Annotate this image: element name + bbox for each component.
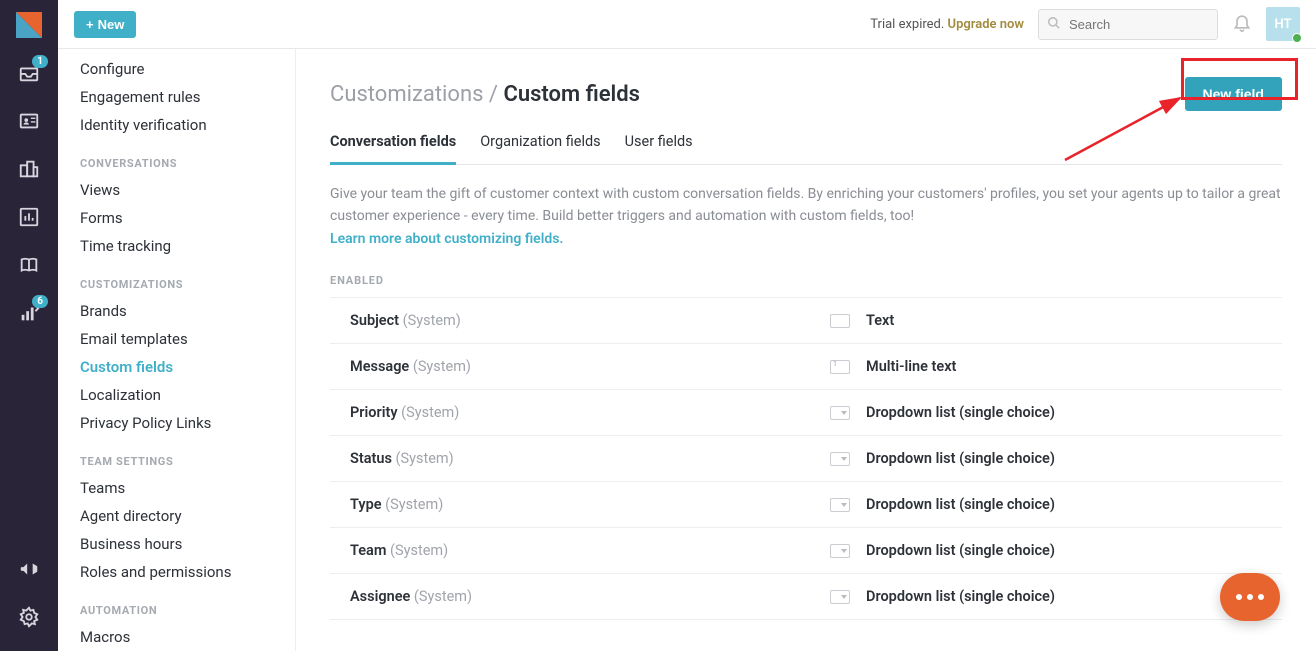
field-type: Dropdown list (single choice) xyxy=(830,588,1055,605)
sidebar-section-header: AUTOMATION xyxy=(58,586,295,623)
breadcrumb-current: Custom fields xyxy=(503,82,640,107)
sidebar-item[interactable]: Roles and permissions xyxy=(58,558,295,586)
field-tabs: Conversation fields Organization fields Us… xyxy=(330,133,1282,165)
sidebar-section-header: TEAM SETTINGS xyxy=(58,437,295,474)
field-type: Multi-line text xyxy=(830,358,956,375)
logo-icon xyxy=(16,12,42,38)
nav-knowledge[interactable] xyxy=(0,241,58,289)
upgrade-link[interactable]: Upgrade now xyxy=(948,17,1024,32)
sidebar-item[interactable]: Agent directory xyxy=(58,502,295,530)
field-name: Assignee (System) xyxy=(350,588,830,605)
sidebar-item[interactable]: Identity verification xyxy=(58,111,295,139)
app-icon-bar: 1 6 xyxy=(0,0,58,651)
field-type: Dropdown list (single choice) xyxy=(830,404,1055,421)
sidebar-item[interactable]: Forms xyxy=(58,204,295,232)
nav-contacts[interactable] xyxy=(0,97,58,145)
contact-card-icon xyxy=(18,110,40,132)
field-type-icon xyxy=(830,498,850,512)
field-type: Dropdown list (single choice) xyxy=(830,496,1055,513)
buildings-icon xyxy=(18,158,40,180)
field-type-icon xyxy=(830,360,850,374)
main-content: Customizations / Custom fields New field… xyxy=(296,49,1316,651)
sidebar-section-header: CUSTOMIZATIONS xyxy=(58,260,295,297)
tab[interactable]: Organization fields xyxy=(480,133,600,164)
bell-icon xyxy=(1232,12,1252,32)
bar-chart-icon xyxy=(18,206,40,228)
field-type-icon xyxy=(830,544,850,558)
page-title: Customizations / Custom fields xyxy=(330,82,640,107)
nav-settings[interactable] xyxy=(0,593,58,641)
nav-announcements[interactable] xyxy=(0,545,58,593)
field-list: Subject (System)TextMessage (System)Mult… xyxy=(330,297,1282,620)
field-type-icon xyxy=(830,590,850,604)
enabled-section-label: ENABLED xyxy=(330,274,1282,287)
field-name: Team (System) xyxy=(350,542,830,559)
inbox-badge: 1 xyxy=(32,55,48,68)
trial-status: Trial expired. Upgrade now xyxy=(870,17,1024,32)
new-field-button[interactable]: New field xyxy=(1185,77,1282,111)
sidebar-item[interactable]: Engagement rules xyxy=(58,83,295,111)
field-row[interactable]: Type (System)Dropdown list (single choic… xyxy=(330,482,1282,528)
top-bar: + New Trial expired. Upgrade now HT xyxy=(58,0,1316,49)
sidebar-item[interactable]: Configure xyxy=(58,55,295,83)
search-icon xyxy=(1047,16,1061,34)
field-row[interactable]: Subject (System)Text xyxy=(330,297,1282,344)
field-name: Subject (System) xyxy=(350,312,830,329)
search-input[interactable] xyxy=(1038,9,1218,40)
chat-fab[interactable] xyxy=(1220,573,1280,621)
megaphone-icon xyxy=(18,558,40,580)
field-name: Type (System) xyxy=(350,496,830,513)
nav-marketing[interactable]: 6 xyxy=(0,289,58,337)
page-description: Give your team the gift of customer cont… xyxy=(330,183,1282,250)
sidebar-item[interactable]: Brands xyxy=(58,297,295,325)
app-logo[interactable] xyxy=(0,0,58,49)
notifications-button[interactable] xyxy=(1232,12,1252,36)
field-type: Dropdown list (single choice) xyxy=(830,542,1055,559)
sidebar-item[interactable]: Privacy Policy Links xyxy=(58,409,295,437)
field-type: Text xyxy=(830,312,894,329)
field-name: Priority (System) xyxy=(350,404,830,421)
sidebar-item[interactable]: Email templates xyxy=(58,325,295,353)
sidebar-item[interactable]: Teams xyxy=(58,474,295,502)
book-icon xyxy=(18,254,40,276)
tab[interactable]: Conversation fields xyxy=(330,133,456,165)
sidebar-item[interactable]: Time tracking xyxy=(58,232,295,260)
tab[interactable]: User fields xyxy=(625,133,693,164)
sidebar-item[interactable]: Localization xyxy=(58,381,295,409)
nav-reports[interactable] xyxy=(0,193,58,241)
field-type-icon xyxy=(830,452,850,466)
sidebar-item[interactable]: Views xyxy=(58,176,295,204)
search-box xyxy=(1038,9,1218,40)
settings-sidebar: ConfigureEngagement rulesIdentity verifi… xyxy=(58,49,296,651)
field-type-icon xyxy=(830,314,850,328)
field-name: Status (System) xyxy=(350,450,830,467)
sidebar-item[interactable]: Custom fields xyxy=(58,353,295,381)
field-type: Dropdown list (single choice) xyxy=(830,450,1055,467)
field-row[interactable]: Status (System)Dropdown list (single cho… xyxy=(330,436,1282,482)
marketing-badge: 6 xyxy=(32,295,48,308)
sidebar-item[interactable]: Macros xyxy=(58,623,295,651)
field-row[interactable]: Assignee (System)Dropdown list (single c… xyxy=(330,574,1282,620)
plus-icon: + xyxy=(86,17,94,32)
sidebar-item[interactable]: Business hours xyxy=(58,530,295,558)
gear-icon xyxy=(18,606,40,628)
sidebar-section-header: CONVERSATIONS xyxy=(58,139,295,176)
new-button[interactable]: + New xyxy=(74,11,136,38)
user-avatar[interactable]: HT xyxy=(1266,7,1300,41)
field-name: Message (System) xyxy=(350,358,830,375)
nav-organizations[interactable] xyxy=(0,145,58,193)
field-type-icon xyxy=(830,406,850,420)
new-button-label: New xyxy=(98,17,125,32)
breadcrumb-parent: Customizations / xyxy=(330,82,503,107)
learn-more-link[interactable]: Learn more about customizing fields. xyxy=(330,231,563,247)
field-row[interactable]: Team (System)Dropdown list (single choic… xyxy=(330,528,1282,574)
field-row[interactable]: Message (System)Multi-line text xyxy=(330,344,1282,390)
nav-inbox[interactable]: 1 xyxy=(0,49,58,97)
field-row[interactable]: Priority (System)Dropdown list (single c… xyxy=(330,390,1282,436)
